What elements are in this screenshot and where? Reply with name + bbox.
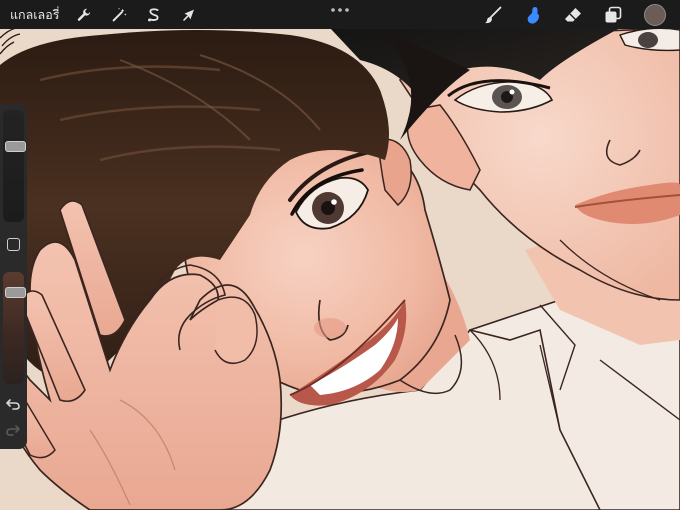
- square-icon[interactable]: [7, 238, 20, 251]
- gallery-button[interactable]: แกลเลอรี่: [10, 5, 59, 25]
- artwork-canvas[interactable]: [0, 0, 680, 510]
- opacity-slider[interactable]: [3, 272, 26, 384]
- redo-icon[interactable]: [5, 422, 21, 438]
- wrench-icon[interactable]: [73, 4, 95, 26]
- undo-icon[interactable]: [5, 396, 21, 412]
- ellipsis-icon[interactable]: [329, 6, 351, 14]
- left-sidebar: [0, 104, 27, 449]
- top-toolbar: แกลเลอรี่: [0, 0, 680, 29]
- magic-wand-icon[interactable]: [108, 4, 130, 26]
- arrow-cursor-icon[interactable]: [178, 4, 200, 26]
- brush-size-knob[interactable]: [5, 141, 26, 152]
- eraser-icon[interactable]: [560, 2, 586, 28]
- opacity-knob[interactable]: [5, 287, 26, 298]
- layers-icon[interactable]: [600, 2, 626, 28]
- brush-size-slider[interactable]: [3, 110, 26, 222]
- selection-s-icon[interactable]: [143, 4, 165, 26]
- smudge-finger-icon[interactable]: [520, 2, 546, 28]
- brush-icon[interactable]: [480, 2, 506, 28]
- color-swatch[interactable]: [644, 3, 666, 26]
